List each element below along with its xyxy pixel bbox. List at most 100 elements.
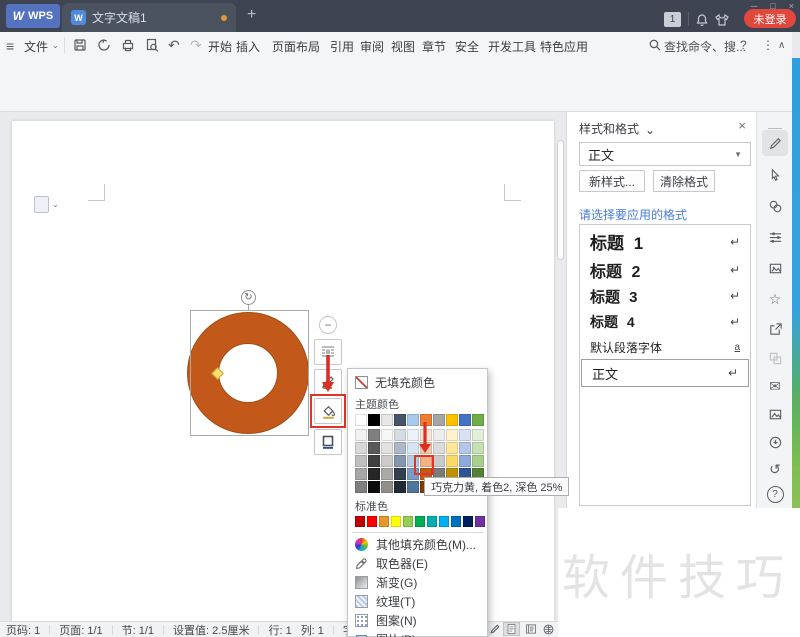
status-col[interactable]: 列: 1: [301, 622, 324, 637]
help-icon[interactable]: ?: [740, 38, 747, 52]
menu-tab-7[interactable]: 安全: [455, 38, 479, 55]
standard-color-swatch[interactable]: [379, 516, 389, 527]
outline-color-button[interactable]: [314, 429, 342, 455]
rotate-handle[interactable]: ↻: [241, 290, 256, 305]
standard-color-swatch[interactable]: [391, 516, 401, 527]
style-list-item-1[interactable]: 标题 2↵: [580, 256, 750, 283]
print-icon[interactable]: [120, 37, 137, 54]
theme-variant-swatch[interactable]: [459, 455, 471, 467]
menu-tab-3[interactable]: 引用: [330, 38, 354, 55]
theme-variant-swatch[interactable]: [381, 442, 393, 454]
menu-tab-4[interactable]: 审阅: [360, 38, 384, 55]
page-view-button[interactable]: [503, 622, 520, 636]
save-icon[interactable]: [72, 37, 89, 54]
standard-color-swatch[interactable]: [403, 516, 413, 527]
standard-color-swatch[interactable]: [415, 516, 425, 527]
theme-variant-swatch[interactable]: [446, 442, 458, 454]
caret-down-icon[interactable]: ⌄: [645, 123, 655, 137]
window-maximize-button[interactable]: □: [770, 1, 775, 11]
clock2-icon[interactable]: [762, 429, 788, 455]
theme-variant-swatch[interactable]: [381, 455, 393, 467]
theme-variant-swatch[interactable]: [381, 429, 393, 441]
theme-variant-swatch[interactable]: [368, 442, 380, 454]
theme-variant-swatch[interactable]: [394, 455, 406, 467]
notification-icon[interactable]: [694, 12, 710, 28]
menu-tab-1[interactable]: 插入: [236, 38, 260, 55]
standard-color-swatch[interactable]: [475, 516, 485, 527]
search-input[interactable]: 查找命令、搜...: [664, 38, 746, 55]
standard-color-swatch[interactable]: [439, 516, 449, 527]
theme-variant-swatch[interactable]: [407, 481, 419, 493]
theme-color-swatch[interactable]: [433, 414, 445, 426]
theme-variant-swatch[interactable]: [368, 481, 380, 493]
theme-color-swatch[interactable]: [394, 414, 406, 426]
theme-variant-swatch[interactable]: [355, 455, 367, 467]
gallery-icon[interactable]: [762, 255, 788, 281]
theme-variant-swatch[interactable]: [381, 468, 393, 480]
window-close-button[interactable]: ×: [789, 1, 794, 11]
theme-variant-swatch[interactable]: [355, 468, 367, 480]
theme-color-swatch[interactable]: [355, 414, 367, 426]
pencil-icon[interactable]: [762, 130, 788, 156]
clear-format-button[interactable]: 清除格式: [653, 170, 715, 192]
history-icon[interactable]: ↺: [762, 456, 788, 482]
menu-item-eyedropper[interactable]: 取色器(E): [348, 554, 487, 573]
standard-color-swatch[interactable]: [367, 516, 377, 527]
window-minimize-button[interactable]: ─: [751, 1, 757, 11]
status-row[interactable]: 行: 1: [268, 622, 291, 637]
share-icon[interactable]: [762, 316, 788, 342]
standard-color-swatch[interactable]: [451, 516, 461, 527]
theme-color-swatch[interactable]: [459, 414, 471, 426]
new-style-button[interactable]: 新样式...: [579, 170, 645, 192]
theme-variant-swatch[interactable]: [459, 429, 471, 441]
style-select[interactable]: 正文 ▼: [579, 142, 751, 166]
style-list-item-3[interactable]: 标题 4↵: [580, 309, 750, 335]
edit-pen-icon[interactable]: [486, 622, 503, 636]
standard-color-swatch[interactable]: [463, 516, 473, 527]
theme-variant-swatch[interactable]: [446, 455, 458, 467]
picture-icon[interactable]: [762, 401, 788, 427]
theme-variant-swatch[interactable]: [446, 429, 458, 441]
theme-variant-swatch[interactable]: [394, 442, 406, 454]
theme-variant-swatch[interactable]: [433, 455, 445, 467]
star-icon[interactable]: ☆: [762, 286, 788, 312]
theme-variant-swatch[interactable]: [433, 442, 445, 454]
collapse-ribbon-icon[interactable]: ∧: [778, 40, 785, 51]
status-pages[interactable]: 页面: 1/1: [59, 622, 102, 637]
envelope-icon[interactable]: ✉: [762, 373, 788, 399]
menu-tab-5[interactable]: 视图: [391, 38, 415, 55]
new-tab-button[interactable]: +: [247, 6, 256, 24]
web-view-button[interactable]: [540, 622, 557, 636]
theme-variant-swatch[interactable]: [355, 442, 367, 454]
style-list-item-0[interactable]: 标题 1↵: [580, 227, 750, 256]
menu-item-texture[interactable]: 纹理(T): [348, 592, 487, 611]
menu-item-no-fill[interactable]: 无填充颜色: [348, 372, 487, 392]
redo-icon[interactable]: ↷: [190, 37, 202, 54]
theme-variant-swatch[interactable]: [459, 442, 471, 454]
hamburger-icon[interactable]: ≡: [6, 38, 14, 54]
style-list-item-4[interactable]: 默认段落字体a: [580, 335, 750, 359]
standard-color-swatch[interactable]: [355, 516, 365, 527]
outline-view-button[interactable]: [522, 622, 539, 636]
sliders-icon[interactable]: [762, 224, 788, 250]
theme-variant-swatch[interactable]: [368, 468, 380, 480]
theme-variant-swatch[interactable]: [368, 455, 380, 467]
skin-theme-icon[interactable]: [714, 12, 730, 28]
output-icon[interactable]: [96, 37, 113, 54]
wps-menu-button[interactable]: W WPS: [6, 4, 60, 28]
status-section[interactable]: 节: 1/1: [122, 622, 154, 637]
menu-tab-6[interactable]: 章节: [422, 38, 446, 55]
theme-color-swatch[interactable]: [446, 414, 458, 426]
menu-tab-8[interactable]: 开发工具: [488, 38, 536, 55]
panel-close-icon[interactable]: ×: [738, 118, 746, 133]
status-page-no[interactable]: 页码: 1: [6, 622, 40, 637]
menu-item-more-fill-colors[interactable]: 其他填充颜色(M)...: [348, 535, 487, 554]
menu-tab-9[interactable]: 特色应用: [540, 38, 588, 55]
print-preview-icon[interactable]: [144, 37, 161, 54]
theme-variant-swatch[interactable]: [355, 481, 367, 493]
menu-item-pattern[interactable]: 图案(N): [348, 611, 487, 630]
theme-variant-swatch[interactable]: [394, 468, 406, 480]
theme-variant-swatch[interactable]: [355, 429, 367, 441]
theme-color-swatch[interactable]: [381, 414, 393, 426]
v-scrollbar-thumb[interactable]: [557, 140, 564, 260]
